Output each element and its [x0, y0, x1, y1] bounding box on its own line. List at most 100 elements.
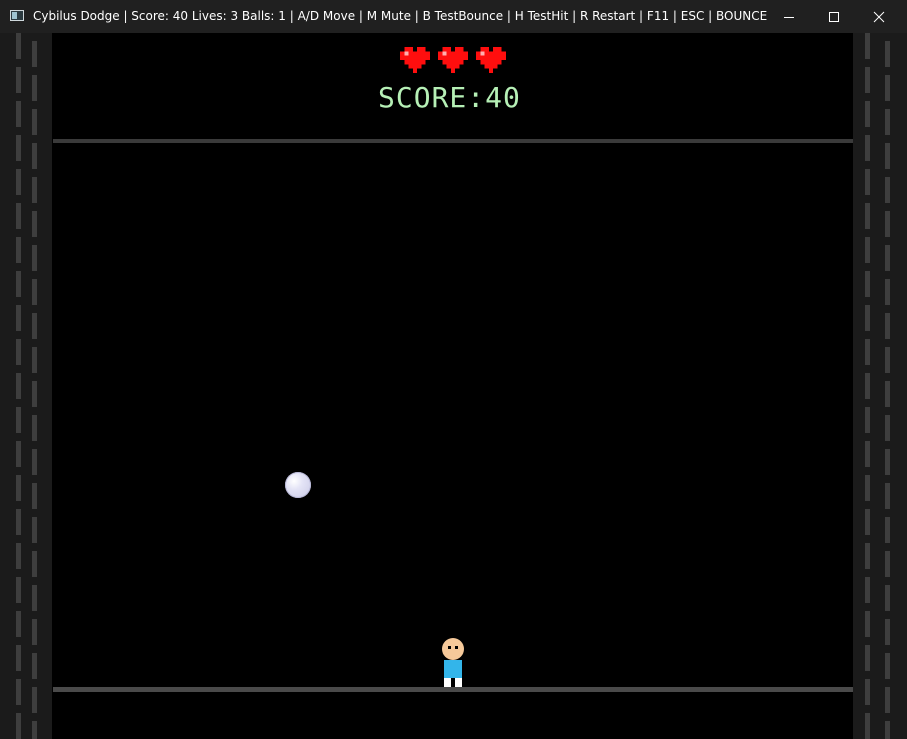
right-wall [853, 33, 907, 739]
wall-dash [885, 347, 890, 373]
wall-dash [865, 305, 870, 331]
player-foot-left [444, 678, 451, 687]
window-title: Cybilus Dodge | Score: 40 Lives: 3 Balls… [33, 9, 768, 23]
wall-dash [32, 313, 37, 339]
wall-dash [885, 109, 890, 135]
wall-dash [16, 441, 21, 467]
heart-icon [438, 47, 468, 73]
bouncing-ball [285, 472, 311, 498]
wall-dash [865, 713, 870, 739]
close-button[interactable] [856, 0, 902, 33]
floor-line [53, 687, 853, 692]
wall-dash [885, 551, 890, 577]
wall-dash [885, 619, 890, 645]
hud-divider [53, 139, 853, 143]
lives-hearts [400, 45, 510, 79]
wall-dash [16, 101, 21, 127]
wall-dash [16, 169, 21, 195]
wall-dash [16, 305, 21, 331]
wall-dash [885, 585, 890, 611]
wall-dash [32, 143, 37, 169]
minimize-icon [784, 16, 794, 18]
wall-dash [865, 509, 870, 535]
wall-dash [32, 245, 37, 271]
wall-dash [865, 237, 870, 263]
heart-icon [400, 47, 430, 73]
wall-dash [16, 237, 21, 263]
wall-dash [32, 41, 37, 67]
wall-dash [865, 475, 870, 501]
wall-dash [865, 577, 870, 603]
wall-dash [16, 67, 21, 93]
wall-dash [32, 75, 37, 101]
wall-dash [865, 339, 870, 365]
wall-dash [865, 271, 870, 297]
player-eye-left [448, 646, 451, 649]
wall-dash [16, 713, 21, 739]
wall-dash [865, 135, 870, 161]
wall-dash [885, 279, 890, 305]
wall-dash [32, 483, 37, 509]
wall-dash [16, 679, 21, 705]
wall-dash [865, 203, 870, 229]
wall-dash [32, 211, 37, 237]
window-app-icon [10, 10, 24, 21]
wall-dash [16, 407, 21, 433]
title-bar[interactable]: Cybilus Dodge | Score: 40 Lives: 3 Balls… [0, 0, 907, 33]
wall-dash [885, 687, 890, 713]
wall-dash [885, 245, 890, 271]
wall-dash [16, 475, 21, 501]
wall-dash [32, 177, 37, 203]
left-wall [0, 33, 52, 739]
wall-dash [32, 721, 37, 739]
player-head [442, 638, 464, 660]
wall-dash [865, 373, 870, 399]
wall-dash [865, 101, 870, 127]
wall-dash [16, 271, 21, 297]
wall-dash [865, 407, 870, 433]
wall-dash [885, 721, 890, 739]
game-window: Cybilus Dodge | Score: 40 Lives: 3 Balls… [0, 0, 907, 739]
player-eye-right [455, 646, 458, 649]
wall-dash [885, 143, 890, 169]
wall-dash [885, 415, 890, 441]
player-character [441, 638, 465, 688]
heart-icon [476, 47, 506, 73]
wall-dash [865, 169, 870, 195]
wall-dash [32, 653, 37, 679]
wall-dash [885, 211, 890, 237]
maximize-button[interactable] [811, 0, 857, 33]
wall-dash [16, 611, 21, 637]
wall-dash [32, 551, 37, 577]
wall-dash [16, 645, 21, 671]
wall-dash [32, 585, 37, 611]
wall-dash [16, 577, 21, 603]
wall-dash [16, 509, 21, 535]
wall-dash [16, 339, 21, 365]
wall-dash [865, 645, 870, 671]
wall-dash [885, 381, 890, 407]
wall-dash [885, 449, 890, 475]
wall-dash [16, 203, 21, 229]
wall-dash [885, 75, 890, 101]
wall-dash [32, 449, 37, 475]
wall-dash [16, 543, 21, 569]
wall-dash [885, 483, 890, 509]
minimize-button[interactable] [766, 0, 812, 33]
score-display: SCORE:40 [378, 81, 521, 114]
wall-dash [16, 33, 21, 59]
wall-dash [885, 653, 890, 679]
wall-dash [865, 611, 870, 637]
wall-dash [32, 517, 37, 543]
wall-dash [885, 41, 890, 67]
wall-dash [865, 679, 870, 705]
game-canvas[interactable]: SCORE:40 [0, 33, 907, 739]
wall-dash [32, 279, 37, 305]
wall-dash [32, 381, 37, 407]
wall-dash [885, 313, 890, 339]
maximize-icon [829, 11, 839, 22]
player-foot-right [455, 678, 462, 687]
wall-dash [865, 67, 870, 93]
wall-dash [885, 177, 890, 203]
wall-dash [32, 619, 37, 645]
